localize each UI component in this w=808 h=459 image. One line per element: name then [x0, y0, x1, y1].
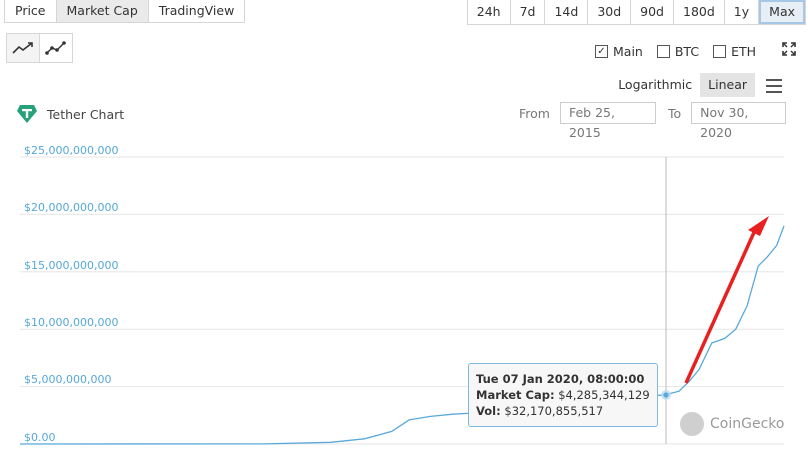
range-24h[interactable]: 24h	[467, 0, 511, 24]
tether-logo-icon	[17, 105, 37, 123]
tooltip-vol-value: $32,170,855,517	[504, 404, 604, 418]
scale-logarithmic[interactable]: Logarithmic	[610, 73, 700, 97]
comparison-toggles: ✓ Main BTC ETH	[581, 44, 756, 59]
y-tick-label: $0.00	[24, 431, 56, 444]
tooltip-market-cap-label: Market Cap:	[476, 388, 555, 402]
checkbox-main-box[interactable]: ✓	[595, 45, 608, 58]
checkbox-btc-box[interactable]	[656, 45, 670, 58]
to-label: To	[667, 105, 682, 121]
chart-type-toggle	[6, 33, 73, 63]
hover-point-halo	[661, 390, 671, 400]
y-tick-label: $25,000,000,000	[24, 144, 119, 157]
checkbox-btc-label: BTC	[674, 44, 700, 59]
tooltip-market-cap-value: $4,285,344,129	[558, 388, 650, 402]
chart-menu-button[interactable]	[766, 79, 782, 97]
checkbox-main-label: Main	[613, 44, 643, 59]
tooltip-vol-label: Vol:	[476, 404, 501, 418]
from-date-input[interactable]: Feb 25, 2015	[559, 102, 656, 140]
tab-market-cap[interactable]: Market Cap	[56, 0, 149, 22]
range-max[interactable]: Max	[759, 0, 805, 24]
line-chart-icon	[12, 42, 33, 54]
y-tick-label: $20,000,000,000	[24, 201, 119, 214]
y-tick-label: $15,000,000,000	[24, 259, 119, 272]
scale-toggle: Logarithmic Linear	[610, 73, 755, 97]
y-tick-label: $5,000,000,000	[24, 373, 112, 386]
market-cap-line	[19, 225, 785, 445]
from-label: From	[519, 105, 550, 121]
range-14d[interactable]: 14d	[545, 0, 589, 24]
checkbox-eth[interactable]: ETH	[713, 44, 756, 59]
chart-tabs: Price Market Cap TradingView	[4, 0, 246, 23]
data-tooltip: Tue 07 Jan 2020, 08:00:00 Market Cap: $4…	[468, 363, 658, 427]
expand-icon	[782, 42, 796, 56]
range-30d[interactable]: 30d	[588, 0, 632, 24]
line-chart-button[interactable]	[7, 34, 40, 62]
checkbox-eth-box[interactable]	[713, 45, 727, 58]
checkbox-eth-label: ETH	[731, 44, 756, 59]
market-cap-chart[interactable]	[0, 0, 808, 459]
gecko-logo-icon	[680, 412, 704, 436]
red-arrow	[684, 216, 769, 384]
point-chart-button[interactable]	[40, 34, 72, 62]
time-range-selector: 24h 7d 14d 30d 90d 180d 1y Max	[466, 0, 806, 25]
fullscreen-button[interactable]	[780, 40, 798, 58]
chart-title: Tether Chart	[47, 106, 125, 122]
range-180d[interactable]: 180d	[674, 0, 725, 24]
watermark-text: CoinGecko	[710, 416, 785, 432]
scale-linear[interactable]: Linear	[700, 73, 755, 97]
point-line-icon	[45, 41, 66, 55]
range-7d[interactable]: 7d	[510, 0, 546, 24]
hover-point	[663, 392, 669, 398]
tooltip-date: Tue 07 Jan 2020, 08:00:00	[476, 372, 645, 386]
chart-title-block: Tether Chart	[16, 103, 124, 125]
tab-tradingview[interactable]: TradingView	[148, 0, 245, 22]
date-range: From Feb 25, 2015 To Nov 30, 2020	[519, 102, 787, 140]
coingecko-watermark: CoinGecko	[680, 412, 784, 436]
to-date-input[interactable]: Nov 30, 2020	[691, 102, 787, 140]
checkbox-btc[interactable]: BTC	[656, 44, 700, 59]
range-1y[interactable]: 1y	[724, 0, 760, 24]
checkbox-main[interactable]: ✓ Main	[595, 44, 643, 59]
y-tick-label: $10,000,000,000	[24, 316, 119, 329]
range-90d[interactable]: 90d	[631, 0, 674, 24]
tab-price[interactable]: Price	[5, 0, 57, 22]
